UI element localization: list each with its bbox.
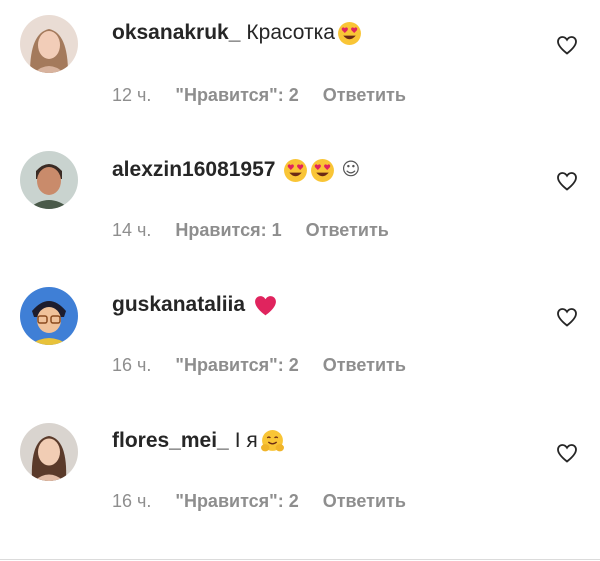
comment-likes[interactable]: "Нравится": 2 xyxy=(175,84,298,106)
heart-outline-icon[interactable] xyxy=(555,169,579,193)
comment-line: alexzin16081957 ☺ xyxy=(112,157,360,183)
comment-meta: 16 ч. "Нравится": 2 Ответить xyxy=(112,490,406,512)
red-heart-emoji-icon xyxy=(253,293,278,318)
avatar[interactable] xyxy=(20,151,78,209)
heart-eyes-emoji-icon xyxy=(337,21,362,46)
comment-time: 16 ч. xyxy=(112,355,152,375)
heart-outline-icon[interactable] xyxy=(555,305,579,329)
avatar[interactable] xyxy=(20,287,78,345)
comment-username[interactable]: flores_mei_ xyxy=(112,428,229,454)
comment-likes[interactable]: Нравится: 1 xyxy=(175,219,281,241)
reply-button[interactable]: Ответить xyxy=(306,219,389,241)
hugging-face-emoji-icon xyxy=(260,429,285,454)
comment-text: Красотка xyxy=(246,21,335,44)
comment-time: 14 ч. xyxy=(112,220,152,240)
comment-meta: 16 ч. "Нравится": 2 Ответить xyxy=(112,354,406,376)
heart-outline-icon[interactable] xyxy=(555,33,579,57)
comment-time: 12 ч. xyxy=(112,85,152,105)
divider xyxy=(0,559,600,560)
avatar[interactable] xyxy=(20,15,78,73)
smiling-face-glyph: ☺ xyxy=(341,159,361,180)
comment-likes[interactable]: "Нравится": 2 xyxy=(175,354,298,376)
comment-username[interactable]: guskanataliia xyxy=(112,292,245,318)
comment-line: oksanakruk_ Красотка xyxy=(112,20,362,46)
avatar[interactable] xyxy=(20,423,78,481)
comment-meta: 12 ч. "Нравится": 2 Ответить xyxy=(112,84,406,106)
reply-button[interactable]: Ответить xyxy=(323,354,406,376)
comment-meta: 14 ч. Нравится: 1 Ответить xyxy=(112,219,389,241)
reply-button[interactable]: Ответить xyxy=(323,490,406,512)
comment-likes[interactable]: "Нравится": 2 xyxy=(175,490,298,512)
heart-eyes-emoji-icon xyxy=(283,158,308,183)
comment-text: І я xyxy=(234,429,258,452)
comment-username[interactable]: oksanakruk_ xyxy=(112,20,240,46)
heart-eyes-emoji-icon xyxy=(310,158,335,183)
comment-time: 16 ч. xyxy=(112,491,152,511)
comment-line: flores_mei_ І я xyxy=(112,428,285,454)
heart-outline-icon[interactable] xyxy=(555,441,579,465)
comment-username[interactable]: alexzin16081957 xyxy=(112,157,275,183)
comment-line: guskanataliia xyxy=(112,292,278,318)
reply-button[interactable]: Ответить xyxy=(323,84,406,106)
